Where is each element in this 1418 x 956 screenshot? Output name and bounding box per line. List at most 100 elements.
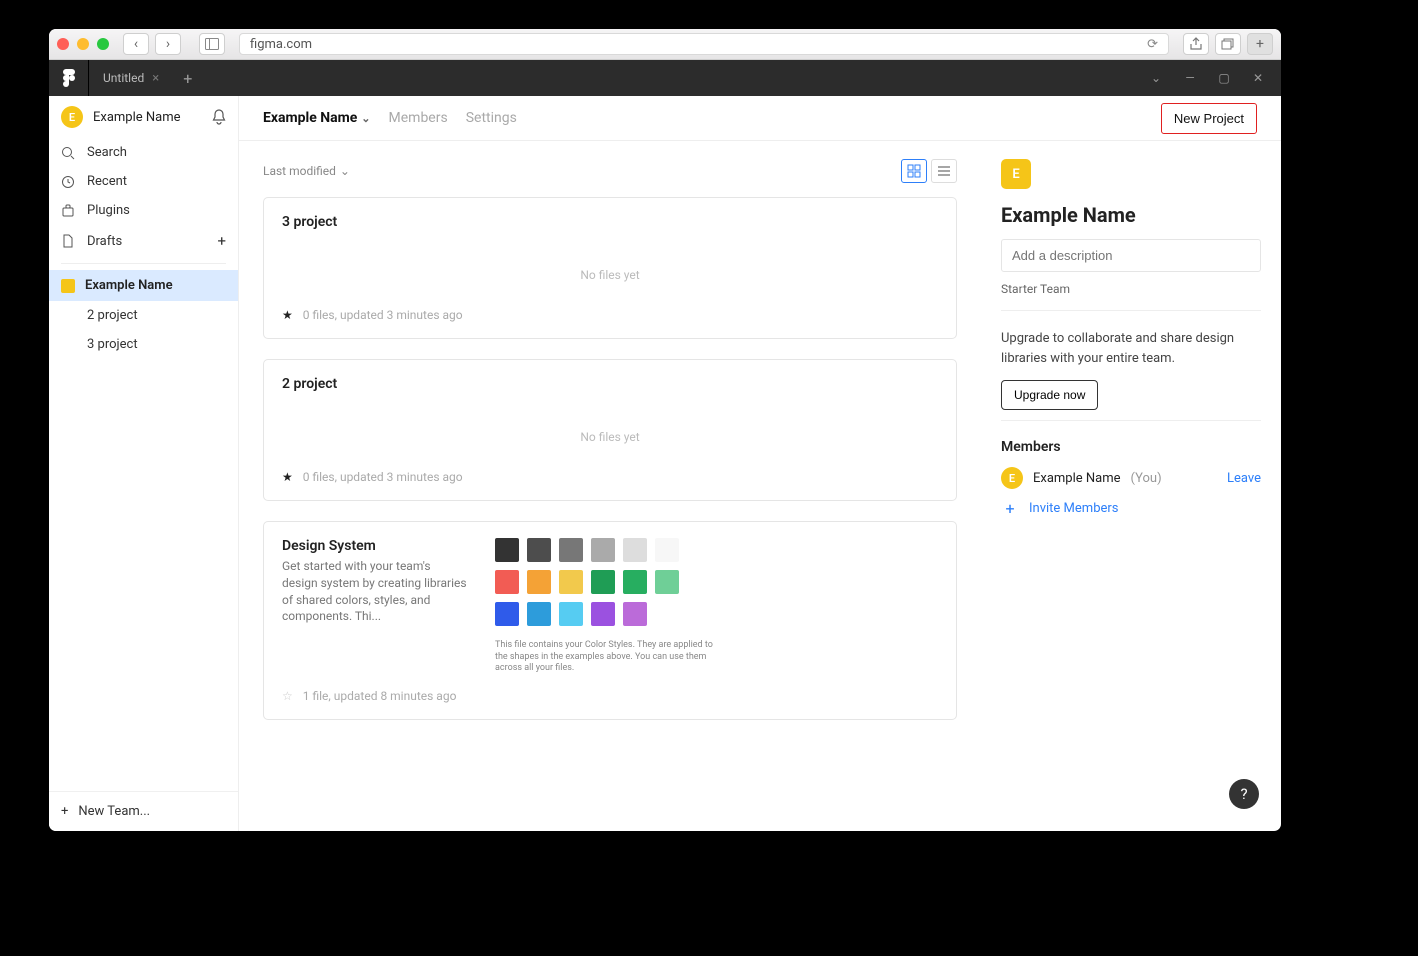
breadcrumb[interactable]: Example Name ⌄	[263, 110, 371, 126]
color-swatch	[655, 538, 679, 562]
color-swatch	[655, 570, 679, 594]
color-swatch	[559, 570, 583, 594]
color-swatch	[591, 602, 615, 626]
tabs-button[interactable]	[1215, 33, 1241, 55]
sort-label: Last modified	[263, 164, 336, 178]
sort-dropdown[interactable]: Last modified ⌄	[263, 164, 350, 178]
window-close-dot[interactable]	[57, 38, 69, 50]
app-title-bar: Untitled × + ⌄ — ▢ ✕	[49, 60, 1281, 96]
avatar: E	[61, 106, 83, 128]
nav-back-button[interactable]: ‹	[123, 33, 149, 55]
url-bar[interactable]: figma.com ⟳	[239, 33, 1169, 55]
color-swatch	[527, 570, 551, 594]
new-project-button[interactable]: New Project	[1161, 103, 1257, 134]
project-card-title: 3 project	[282, 214, 938, 230]
close-tab-icon[interactable]: ×	[152, 71, 159, 86]
chevron-down-icon[interactable]: ⌄	[1149, 71, 1163, 85]
upgrade-text: Upgrade to collaborate and share design …	[1001, 329, 1261, 368]
sidebar-toggle-button[interactable]	[199, 33, 225, 55]
new-team-label: New Team...	[78, 804, 150, 819]
star-icon[interactable]: ★	[282, 470, 293, 484]
breadcrumb-label: Example Name	[263, 110, 357, 126]
invite-members-link[interactable]: + Invite Members	[1001, 499, 1261, 518]
sidebar-team[interactable]: Example Name	[49, 270, 238, 301]
sidebar-project-1[interactable]: 3 project	[49, 330, 238, 359]
color-swatch	[591, 538, 615, 562]
new-tab-button[interactable]: +	[1247, 33, 1273, 55]
nav-forward-button[interactable]: ›	[155, 33, 181, 55]
nav-drafts[interactable]: Drafts +	[49, 225, 238, 257]
leave-link[interactable]: Leave	[1227, 471, 1261, 486]
color-swatch	[559, 538, 583, 562]
top-bar: Example Name ⌄ Members Settings New Proj…	[239, 96, 1281, 141]
nav-recent[interactable]: Recent	[49, 167, 238, 196]
close-icon[interactable]: ✕	[1251, 71, 1265, 85]
upgrade-button[interactable]: Upgrade now	[1001, 380, 1098, 410]
app-tab-title: Untitled	[103, 71, 144, 85]
sidebar-project-0[interactable]: 2 project	[49, 301, 238, 330]
list-view-button[interactable]	[931, 159, 957, 183]
new-app-tab-button[interactable]: +	[173, 69, 202, 88]
project-card-1[interactable]: 2 project No files yet ★ 0 files, update…	[263, 359, 957, 501]
file-icon	[61, 234, 77, 248]
plus-icon: +	[1001, 499, 1019, 518]
color-swatch	[495, 538, 519, 562]
nav-search[interactable]: Search	[49, 138, 238, 167]
color-swatch	[591, 570, 615, 594]
minimize-icon[interactable]: —	[1183, 71, 1197, 85]
maximize-icon[interactable]: ▢	[1217, 71, 1231, 85]
no-files-text: No files yet	[282, 396, 938, 470]
figma-logo-icon[interactable]	[49, 60, 89, 96]
swatch-grid	[495, 538, 725, 626]
tab-settings[interactable]: Settings	[466, 110, 517, 126]
star-icon[interactable]: ★	[282, 308, 293, 322]
user-row[interactable]: E Example Name	[49, 96, 238, 138]
nav-recent-label: Recent	[87, 174, 127, 189]
color-swatch	[623, 602, 647, 626]
divider	[1001, 420, 1261, 421]
design-system-meta: 1 file, updated 8 minutes ago	[303, 689, 457, 703]
nav-drafts-label: Drafts	[87, 234, 122, 249]
star-outline-icon[interactable]: ☆	[282, 689, 293, 703]
team-color-swatch	[61, 279, 75, 293]
app-tab[interactable]: Untitled ×	[89, 60, 173, 96]
tab-members[interactable]: Members	[389, 110, 448, 126]
clock-icon	[61, 175, 77, 189]
url-text: figma.com	[250, 37, 312, 52]
nav-plugins[interactable]: Plugins	[49, 196, 238, 225]
color-swatch	[495, 570, 519, 594]
no-files-text: No files yet	[282, 234, 938, 308]
invite-label: Invite Members	[1029, 501, 1119, 516]
grid-view-button[interactable]	[901, 159, 927, 183]
right-panel: E Example Name Starter Team Upgrade to c…	[981, 141, 1281, 831]
search-icon	[61, 146, 77, 160]
color-swatch	[559, 602, 583, 626]
description-input[interactable]	[1001, 239, 1261, 272]
new-team-button[interactable]: + New Team...	[49, 791, 238, 831]
you-label: (You)	[1131, 471, 1162, 486]
team-avatar: E	[1001, 159, 1031, 189]
window-zoom-dot[interactable]	[97, 38, 109, 50]
window-minimize-dot[interactable]	[77, 38, 89, 50]
design-system-title: Design System	[282, 538, 467, 554]
color-swatch	[495, 602, 519, 626]
help-button[interactable]: ?	[1229, 779, 1259, 809]
member-name: Example Name	[1033, 471, 1121, 486]
sidebar-team-label: Example Name	[85, 278, 173, 293]
user-name: Example Name	[93, 110, 202, 125]
share-button[interactable]	[1183, 33, 1209, 55]
design-system-card[interactable]: Design System Get started with your team…	[263, 521, 957, 720]
members-heading: Members	[1001, 439, 1261, 455]
reload-icon[interactable]: ⟳	[1147, 37, 1158, 52]
project-card-meta: 0 files, updated 3 minutes ago	[303, 308, 463, 322]
design-system-caption: This file contains your Color Styles. Th…	[495, 640, 725, 675]
project-card-0[interactable]: 3 project No files yet ★ 0 files, update…	[263, 197, 957, 339]
color-swatch	[623, 570, 647, 594]
color-swatch	[623, 538, 647, 562]
project-card-meta: 0 files, updated 3 minutes ago	[303, 470, 463, 484]
bell-icon[interactable]	[212, 109, 226, 125]
browser-chrome: ‹ › figma.com ⟳ +	[49, 29, 1281, 60]
color-swatch	[527, 602, 551, 626]
chevron-down-icon: ⌄	[361, 112, 370, 125]
new-draft-button[interactable]: +	[217, 232, 226, 250]
